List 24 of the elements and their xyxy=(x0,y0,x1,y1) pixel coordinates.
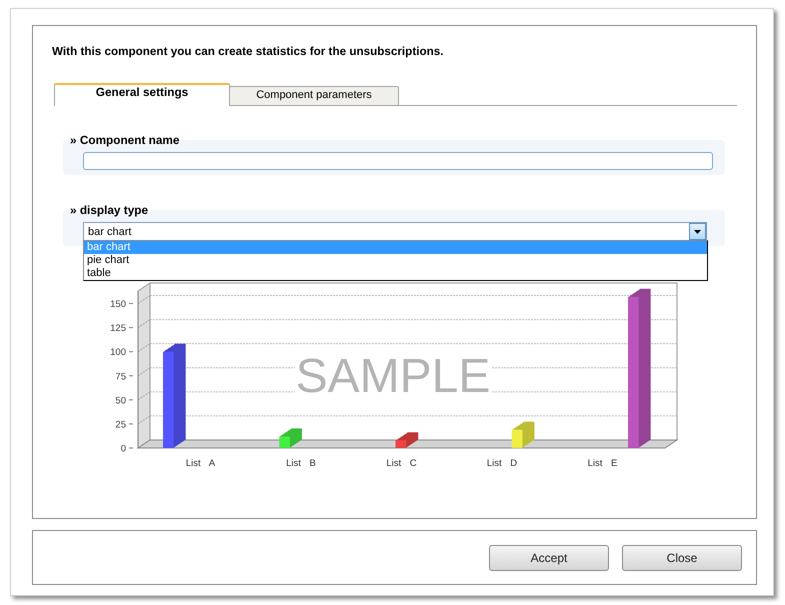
component-name-field[interactable] xyxy=(83,152,713,170)
axis-tick-label: 125 xyxy=(110,323,126,334)
axis-tick-label: 0 xyxy=(120,444,126,454)
field-label: » display type xyxy=(70,204,148,217)
sample-label: SAMPLE xyxy=(296,350,490,403)
field-label: » Component name xyxy=(70,134,180,147)
axis-tick-label: 50 xyxy=(115,395,126,406)
category-label: List C xyxy=(386,458,417,469)
axis-tick-label: 25 xyxy=(115,419,126,430)
dialog-button[interactable]: Close xyxy=(622,544,742,570)
caret-icon xyxy=(694,230,701,234)
tab[interactable]: Component parameters xyxy=(229,86,399,105)
category-label: List E xyxy=(588,458,618,469)
tab[interactable]: General settings xyxy=(54,83,230,106)
category-label: List B xyxy=(286,458,316,469)
category-label: List A xyxy=(186,458,216,469)
dropdown-button[interactable] xyxy=(689,223,706,240)
dialog-button[interactable]: Accept xyxy=(489,544,609,570)
display-type-select[interactable]: bar chart xyxy=(83,222,707,241)
axis-tick-label: 150 xyxy=(110,299,126,310)
axis-tick-label: 100 xyxy=(110,347,126,358)
intro-text: With this component you can create statistics for the unsubscriptions. xyxy=(52,45,444,58)
category-label: List D xyxy=(486,458,518,469)
axis-tick-label: 75 xyxy=(115,371,126,382)
